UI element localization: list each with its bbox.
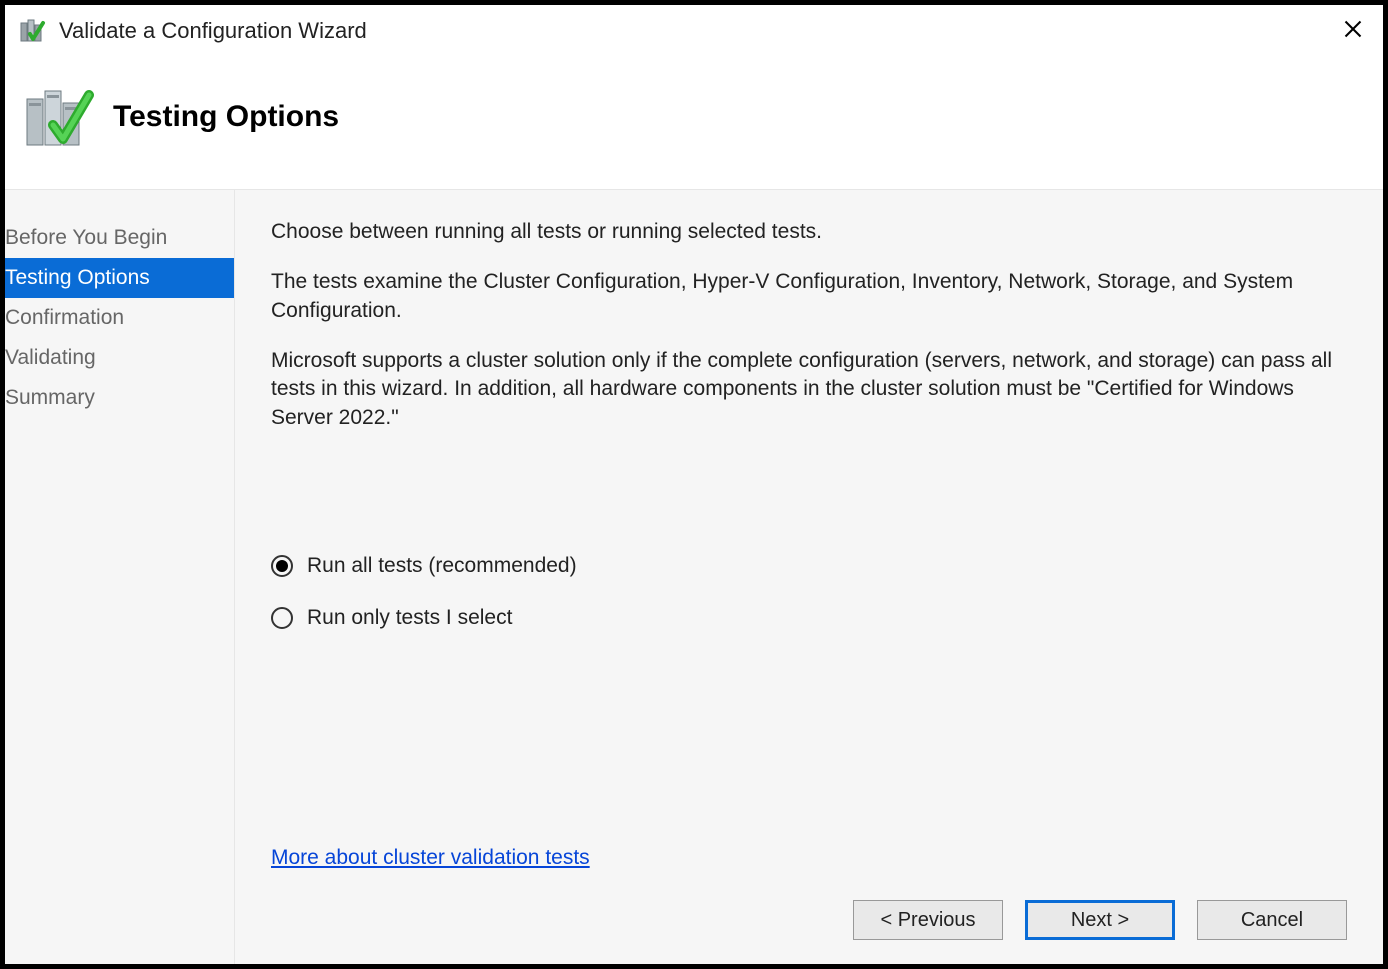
sidebar-item-confirmation[interactable]: Confirmation (5, 298, 234, 338)
radio-indicator-icon (271, 555, 293, 577)
wizard-main: Choose between running all tests or runn… (235, 190, 1383, 964)
radio-indicator-icon (271, 607, 293, 629)
close-icon[interactable] (1337, 19, 1369, 44)
radio-run-all-tests[interactable]: Run all tests (recommended) (271, 554, 1347, 578)
wizard-small-icon (19, 17, 47, 45)
cancel-button[interactable]: Cancel (1197, 900, 1347, 940)
titlebar: Validate a Configuration Wizard (5, 5, 1383, 55)
next-button[interactable]: Next > (1025, 900, 1175, 940)
wizard-header: Testing Options (5, 55, 1383, 190)
sidebar-item-testing-options[interactable]: Testing Options (5, 258, 234, 298)
sidebar-item-validating[interactable]: Validating (5, 338, 234, 378)
instruction-para-1: Choose between running all tests or runn… (271, 218, 1347, 246)
wizard-body: Before You Begin Testing Options Confirm… (5, 190, 1383, 964)
radio-run-all-tests-label: Run all tests (recommended) (307, 554, 577, 578)
more-about-validation-link[interactable]: More about cluster validation tests (271, 846, 590, 870)
instruction-para-2: The tests examine the Cluster Configurat… (271, 268, 1347, 325)
radio-run-selected-tests[interactable]: Run only tests I select (271, 606, 1347, 630)
sidebar-item-before-you-begin[interactable]: Before You Begin (5, 218, 234, 258)
wizard-large-icon (23, 85, 97, 149)
wizard-sidebar: Before You Begin Testing Options Confirm… (5, 190, 235, 964)
radio-run-selected-tests-label: Run only tests I select (307, 606, 512, 630)
sidebar-item-summary[interactable]: Summary (5, 378, 234, 418)
previous-button[interactable]: < Previous (853, 900, 1003, 940)
test-scope-radio-group: Run all tests (recommended) Run only tes… (271, 554, 1347, 658)
wizard-button-row: < Previous Next > Cancel (271, 900, 1347, 946)
wizard-step-title: Testing Options (113, 100, 339, 134)
instruction-para-3: Microsoft supports a cluster solution on… (271, 347, 1347, 432)
wizard-window: Validate a Configuration Wizard Testing … (0, 0, 1388, 969)
window-title: Validate a Configuration Wizard (59, 18, 1337, 44)
